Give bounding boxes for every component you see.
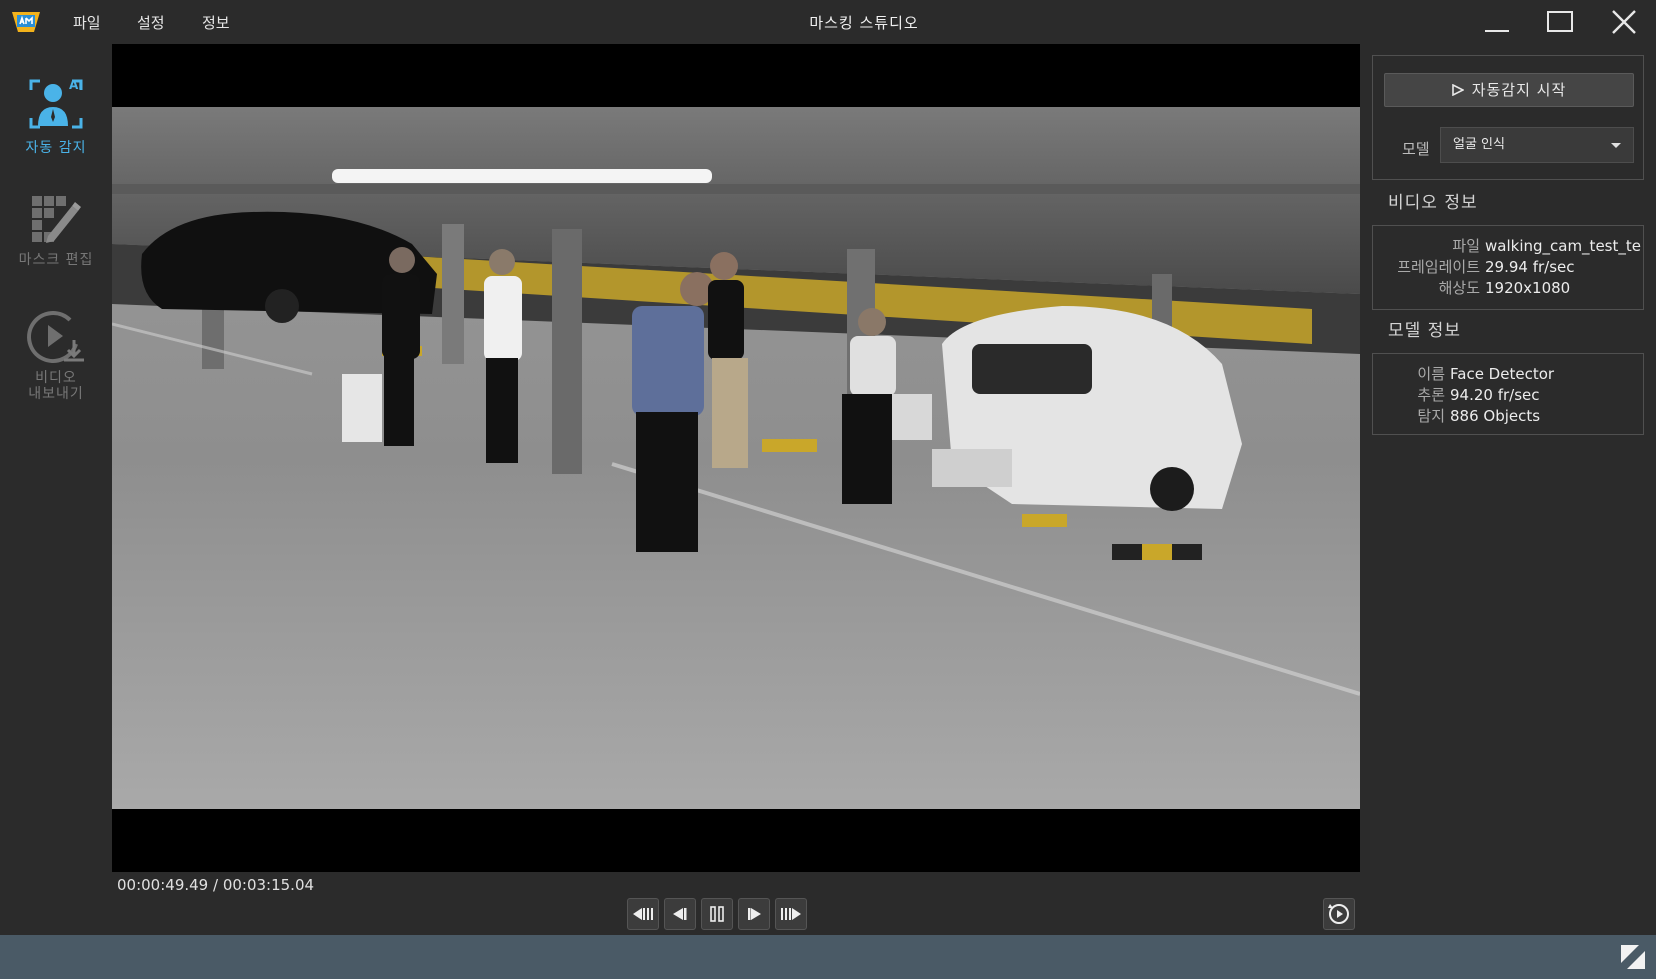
start-auto-detect-label: 자동감지 시작 (1471, 81, 1567, 99)
app-logo-icon (12, 12, 40, 32)
skip-forward-icon (781, 908, 801, 920)
video-info-value: 1920x1080 (1485, 279, 1571, 297)
video-info-value: walking_cam_test_te (1485, 237, 1641, 255)
skip-back-icon (633, 908, 653, 920)
pause-button[interactable] (701, 898, 733, 930)
resize-grip-icon[interactable] (1620, 944, 1646, 970)
model-label: 모델 (1402, 140, 1430, 158)
video-info-box: 파일 walking_cam_test_te 프레임레이트 29.94 fr/sec… (1372, 225, 1644, 310)
sidebar-item-auto-detect[interactable]: AI 자동 감지 (0, 76, 112, 156)
menu-info[interactable]: 정보 (202, 12, 230, 33)
maximize-icon (1547, 11, 1573, 32)
replay-button[interactable] (1323, 898, 1355, 930)
sidebar-label-export: 내보내기 (28, 386, 84, 402)
ai-face-detect-icon: AI (29, 78, 83, 129)
status-bar (0, 935, 1656, 979)
video-info-row-file: 파일 walking_cam_test_te (1373, 235, 1645, 256)
maximize-button[interactable] (1536, 6, 1584, 38)
menu-file[interactable]: 파일 (73, 12, 101, 33)
skip-back-button[interactable] (627, 898, 659, 930)
playback-timecode: 00:00:49.49 / 00:03:15.04 (117, 876, 315, 894)
close-button[interactable] (1600, 6, 1648, 38)
video-info-title: 비디오 정보 (1388, 193, 1478, 213)
model-info-key: 추론 (1417, 386, 1445, 404)
model-select[interactable]: 얼굴 인식 (1440, 127, 1634, 163)
video-info-key: 파일 (1452, 237, 1480, 255)
right-panel: 자동감지 시작 모델 얼굴 인식 비디오 정보 파일 walking_cam_te… (1360, 44, 1656, 935)
video-info-row-resolution: 해상도 1920x1080 (1373, 277, 1645, 298)
model-info-key: 이름 (1417, 365, 1445, 383)
model-info-box: 이름 Face Detector 추론 94.20 fr/sec 탐지 886 Obj… (1372, 353, 1644, 435)
model-info-value: 94.20 fr/sec (1450, 386, 1540, 404)
play-icon (1451, 83, 1465, 97)
model-info-row-name: 이름 Face Detector (1373, 363, 1645, 384)
tool-sidebar: AI 자동 감지 마스크 편집 비디오 내보내기 (0, 44, 112, 935)
window-title: 마스킹 스튜디오 (809, 14, 919, 32)
menu-settings[interactable]: 설정 (137, 12, 165, 33)
video-frame-image (112, 44, 1360, 872)
model-info-value: 886 Objects (1450, 407, 1541, 425)
svg-text:AI: AI (69, 78, 83, 92)
model-info-row-inference: 추론 94.20 fr/sec (1373, 384, 1645, 405)
minimize-icon (1485, 30, 1509, 32)
video-info-key: 해상도 (1438, 279, 1480, 297)
video-info-value: 29.94 fr/sec (1485, 258, 1575, 276)
video-viewport[interactable] (112, 44, 1360, 872)
close-icon (1612, 10, 1636, 34)
pause-icon (710, 906, 724, 922)
video-info-row-framerate: 프레임레이트 29.94 fr/sec (1373, 256, 1645, 277)
step-forward-icon (748, 908, 761, 920)
model-info-row-detected: 탐지 886 Objects (1373, 405, 1645, 426)
title-bar: 파일 설정 정보 마스킹 스튜디오 (0, 0, 1656, 44)
sidebar-item-video-export[interactable]: 비디오 내보내기 (0, 308, 112, 402)
model-info-value: Face Detector (1450, 365, 1555, 383)
sidebar-label-video: 비디오 (35, 370, 77, 386)
step-forward-button[interactable] (738, 898, 770, 930)
sidebar-item-mask-edit[interactable]: 마스크 편집 (0, 192, 112, 268)
replay-icon (1328, 904, 1349, 924)
skip-forward-button[interactable] (775, 898, 807, 930)
video-export-icon (27, 311, 84, 363)
start-auto-detect-button[interactable]: 자동감지 시작 (1384, 73, 1634, 107)
step-back-icon (673, 908, 687, 920)
minimize-button[interactable] (1472, 6, 1520, 38)
detect-control-box: 자동감지 시작 모델 얼굴 인식 (1372, 55, 1644, 180)
sidebar-label-mask-edit: 마스크 편집 (18, 252, 94, 268)
app-window: 파일 설정 정보 마스킹 스튜디오 AI 자동 감지 마스크 편집 비디오 내보… (0, 0, 1656, 979)
model-info-key: 탐지 (1417, 407, 1445, 425)
chevron-down-icon (1611, 143, 1621, 148)
model-info-title: 모델 정보 (1388, 321, 1461, 341)
model-select-value: 얼굴 인식 (1453, 137, 1505, 152)
video-info-key: 프레임레이트 (1397, 258, 1480, 276)
sidebar-label-auto-detect: 자동 감지 (25, 140, 87, 156)
step-back-button[interactable] (664, 898, 696, 930)
mask-edit-icon (32, 196, 81, 243)
